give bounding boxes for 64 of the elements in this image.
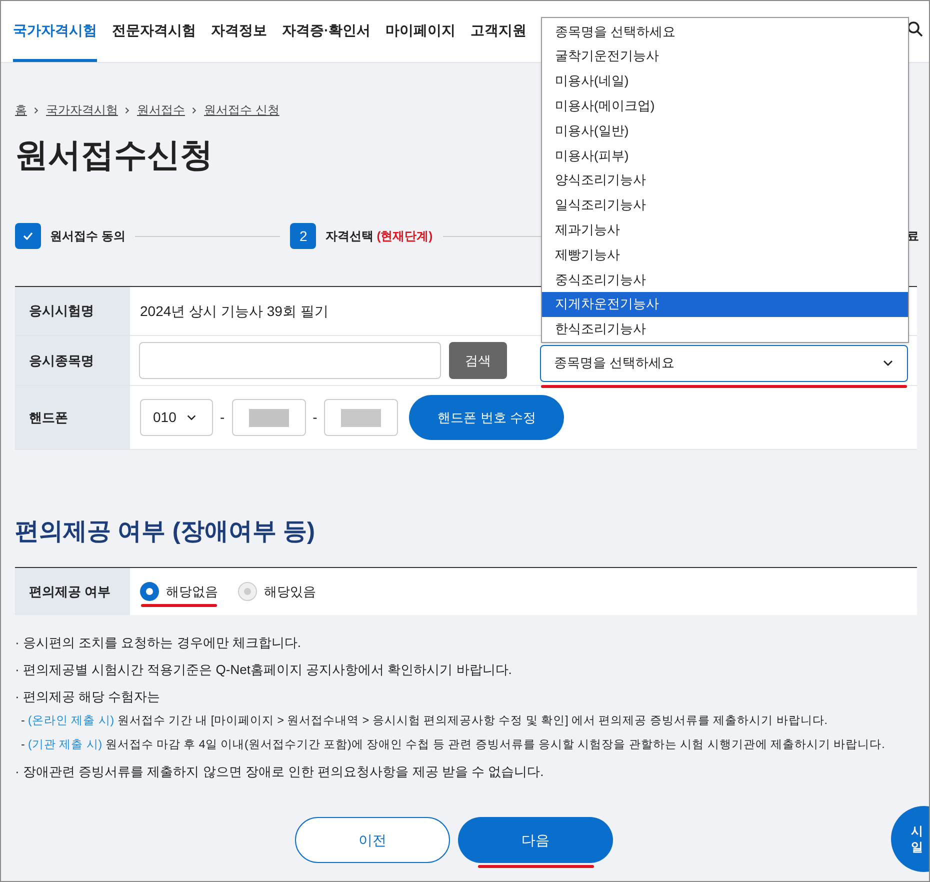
dropdown-option[interactable]: 제과기능사 bbox=[542, 217, 908, 242]
breadcrumb-link[interactable]: 홈 bbox=[15, 101, 27, 119]
radio-button[interactable] bbox=[238, 582, 257, 601]
note-text: - (온라인 제출 시) 원서접수 기간 내 [마이페이지 > 원서접수내역 > 응시시험 편의제공사항 수정 및 확인] 에서 편의제공 증빙서류를 제출하시기 바랍니다. bbox=[20, 714, 828, 730]
step-label: 원서접수 동의 bbox=[50, 228, 126, 245]
phone-field[interactable] bbox=[324, 399, 398, 436]
search-icon[interactable] bbox=[907, 21, 923, 37]
radio-option[interactable]: 해당없음 bbox=[140, 582, 218, 602]
redaction-mark bbox=[341, 408, 382, 426]
page-title: 원서접수신청 bbox=[15, 135, 213, 175]
note-text: · 편의제공별 시험시간 적용기준은 Q-Net홈페이지 공지사항에서 확인하시기 바랍니다. bbox=[15, 660, 513, 679]
step-label: 자격선택 (현재단계) bbox=[325, 228, 433, 245]
dropdown-option[interactable]: 미용사(메이크업) bbox=[542, 93, 908, 118]
dropdown-option[interactable]: 중식조리기능사 bbox=[542, 266, 908, 292]
step-done-icon bbox=[15, 223, 41, 249]
nav-tab[interactable]: 고객지원 bbox=[470, 1, 527, 62]
note-text: · 편의제공 해당 수험자는 bbox=[15, 688, 162, 706]
nav-tab[interactable]: 자격증·확인서 bbox=[282, 1, 371, 62]
breadcrumb-link[interactable]: 국가자격시험 bbox=[46, 101, 118, 119]
dropdown-option[interactable]: 한식조리기능사 bbox=[542, 316, 908, 342]
dropdown-option[interactable]: 양식조리기능사 bbox=[542, 168, 908, 193]
radio-option[interactable]: 해당있음 bbox=[238, 582, 316, 602]
row-label: 응시시험명 bbox=[15, 287, 130, 335]
dropdown-option[interactable]: 종목명을 선택하세요 bbox=[542, 19, 908, 44]
note-text: · 장애관련 증빙서류를 제출하지 않으면 장애로 인한 편의요청사항을 제공 받을 수 없습니다. bbox=[15, 762, 545, 781]
row-label: 핸드폰 bbox=[15, 386, 130, 449]
chevron-right-icon bbox=[191, 106, 198, 114]
chevron-right-icon bbox=[124, 106, 131, 114]
note-text: · 응시편의 조치를 요청하는 경우에만 체크합니다. bbox=[15, 634, 302, 652]
phone-prefix-select[interactable]: 010 bbox=[140, 399, 213, 436]
step-label: 료 bbox=[907, 228, 919, 245]
breadcrumb-link[interactable]: 원서접수 bbox=[137, 101, 185, 119]
floating-button[interactable]: 시 일 bbox=[891, 806, 929, 872]
separator-text: - bbox=[220, 408, 225, 427]
next-button[interactable]: 다음 bbox=[458, 817, 613, 863]
dropdown-option[interactable]: 미용사(네일) bbox=[542, 68, 908, 94]
search-button[interactable]: 검색 bbox=[449, 342, 507, 379]
redaction-mark bbox=[248, 408, 289, 426]
search-field[interactable] bbox=[139, 342, 441, 379]
dropdown-option[interactable]: 제빵기능사 bbox=[542, 242, 908, 267]
chevron-down-icon bbox=[186, 412, 198, 423]
dropdown-option[interactable]: 미용사(피부) bbox=[542, 142, 908, 168]
row-label: 편의제공 여부 bbox=[15, 568, 130, 615]
previous-button[interactable]: 이전 bbox=[295, 817, 450, 863]
dropdown-option[interactable]: 굴착기운전기능사 bbox=[542, 44, 908, 69]
dropdown-option[interactable]: 지게차운전기능사 bbox=[542, 292, 908, 317]
row-label: 응시종목명 bbox=[15, 336, 130, 385]
step-number: 2 bbox=[290, 223, 316, 249]
chevron-right-icon bbox=[33, 106, 40, 114]
nav-tab[interactable]: 마이페이지 bbox=[386, 1, 456, 62]
nav-tab[interactable]: 전문자격시험 bbox=[112, 1, 196, 62]
note-text: - (기관 제출 시) 원서접수 마감 후 4일 이내(원서접수기간 포함)에 장애인 수첩 등 관련 증빙서류를 응시할 시험장을 관할하는 시험 시행기관에 제출하시기 바랍니다. bbox=[20, 738, 886, 754]
radio-button[interactable] bbox=[140, 582, 159, 601]
nav-tab[interactable]: 국가자격시험 bbox=[13, 1, 97, 62]
phone-field[interactable] bbox=[232, 399, 306, 436]
section-title: 편의제공 여부 (장애여부 등) bbox=[15, 517, 316, 547]
edit-phone-button[interactable]: 핸드폰 번호 수정 bbox=[409, 395, 564, 440]
subject-select[interactable]: 종목명을 선택하세요 bbox=[540, 344, 908, 382]
exam-name-value: 2024년 상시 기능사 39회 필기 bbox=[139, 302, 328, 320]
nav-tab[interactable]: 자격정보 bbox=[211, 1, 267, 62]
separator-text: - bbox=[312, 408, 318, 427]
breadcrumb-link[interactable]: 원서접수 신청 bbox=[204, 101, 280, 119]
dropdown-option[interactable]: 일식조리기능사 bbox=[542, 192, 908, 218]
dropdown-option[interactable]: 미용사(일반) bbox=[542, 118, 908, 143]
